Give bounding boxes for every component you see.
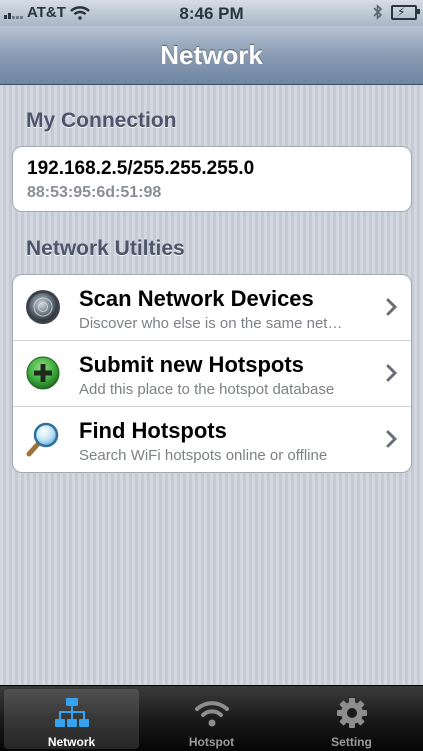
wifi-icon (194, 701, 229, 727)
list-item-find-hotspots[interactable]: Find Hotspots Search WiFi hotspots onlin… (13, 407, 411, 472)
gear-icon (336, 698, 367, 728)
scan-devices-subtitle: Discover who else is on the same net… (79, 315, 343, 332)
add-icon (26, 356, 60, 390)
tab-hotspot[interactable]: Hotspot (144, 689, 279, 749)
chevron-right-icon (386, 298, 398, 316)
find-hotspots-title: Find Hotspots (79, 418, 227, 443)
network-icon (54, 698, 89, 727)
tab-setting-label: Setting (331, 735, 372, 749)
tab-network-label: Network (47, 735, 96, 749)
status-bar: AT&T 8:46 PM ⚡ (0, 0, 423, 26)
tab-network[interactable]: Network (4, 689, 139, 749)
chevron-right-icon (386, 430, 398, 448)
mac-address: 88:53:95:6d:51:98 (27, 184, 162, 201)
chevron-right-icon (386, 364, 398, 382)
battery-icon: ⚡ (391, 4, 420, 20)
tab-setting[interactable]: Setting (284, 689, 419, 749)
list-item-submit-hotspots[interactable]: Submit new Hotspots Add this place to th… (13, 341, 411, 407)
submit-hotspots-subtitle: Add this place to the hotspot database (79, 381, 335, 398)
connection-card: 192.168.2.5/255.255.255.0 88:53:95:6d:51… (12, 146, 412, 212)
page-title: Network (160, 40, 263, 70)
tab-bar: Network Hotspot Setting (0, 685, 423, 751)
scan-devices-title: Scan Network Devices (79, 286, 314, 311)
status-time: 8:46 PM (179, 4, 244, 23)
find-hotspots-subtitle: Search WiFi hotspots online or offline (79, 447, 328, 464)
magnifier-icon (26, 422, 59, 457)
list-item-scan-network-devices[interactable]: Scan Network Devices Discover who else i… (13, 275, 411, 341)
submit-hotspots-title: Submit new Hotspots (79, 352, 304, 377)
status-right: ⚡ (373, 4, 420, 20)
section-header-network-utilities: Network Utilties (26, 237, 185, 260)
radar-icon (26, 290, 60, 324)
tab-hotspot-label: Hotspot (188, 735, 235, 749)
bluetooth-icon (373, 4, 383, 20)
navigation-bar: Network (0, 26, 423, 85)
ip-address-mask: 192.168.2.5/255.255.255.0 (27, 158, 255, 179)
section-header-my-connection: My Connection (26, 109, 177, 132)
utilities-list: Scan Network Devices Discover who else i… (12, 274, 412, 473)
